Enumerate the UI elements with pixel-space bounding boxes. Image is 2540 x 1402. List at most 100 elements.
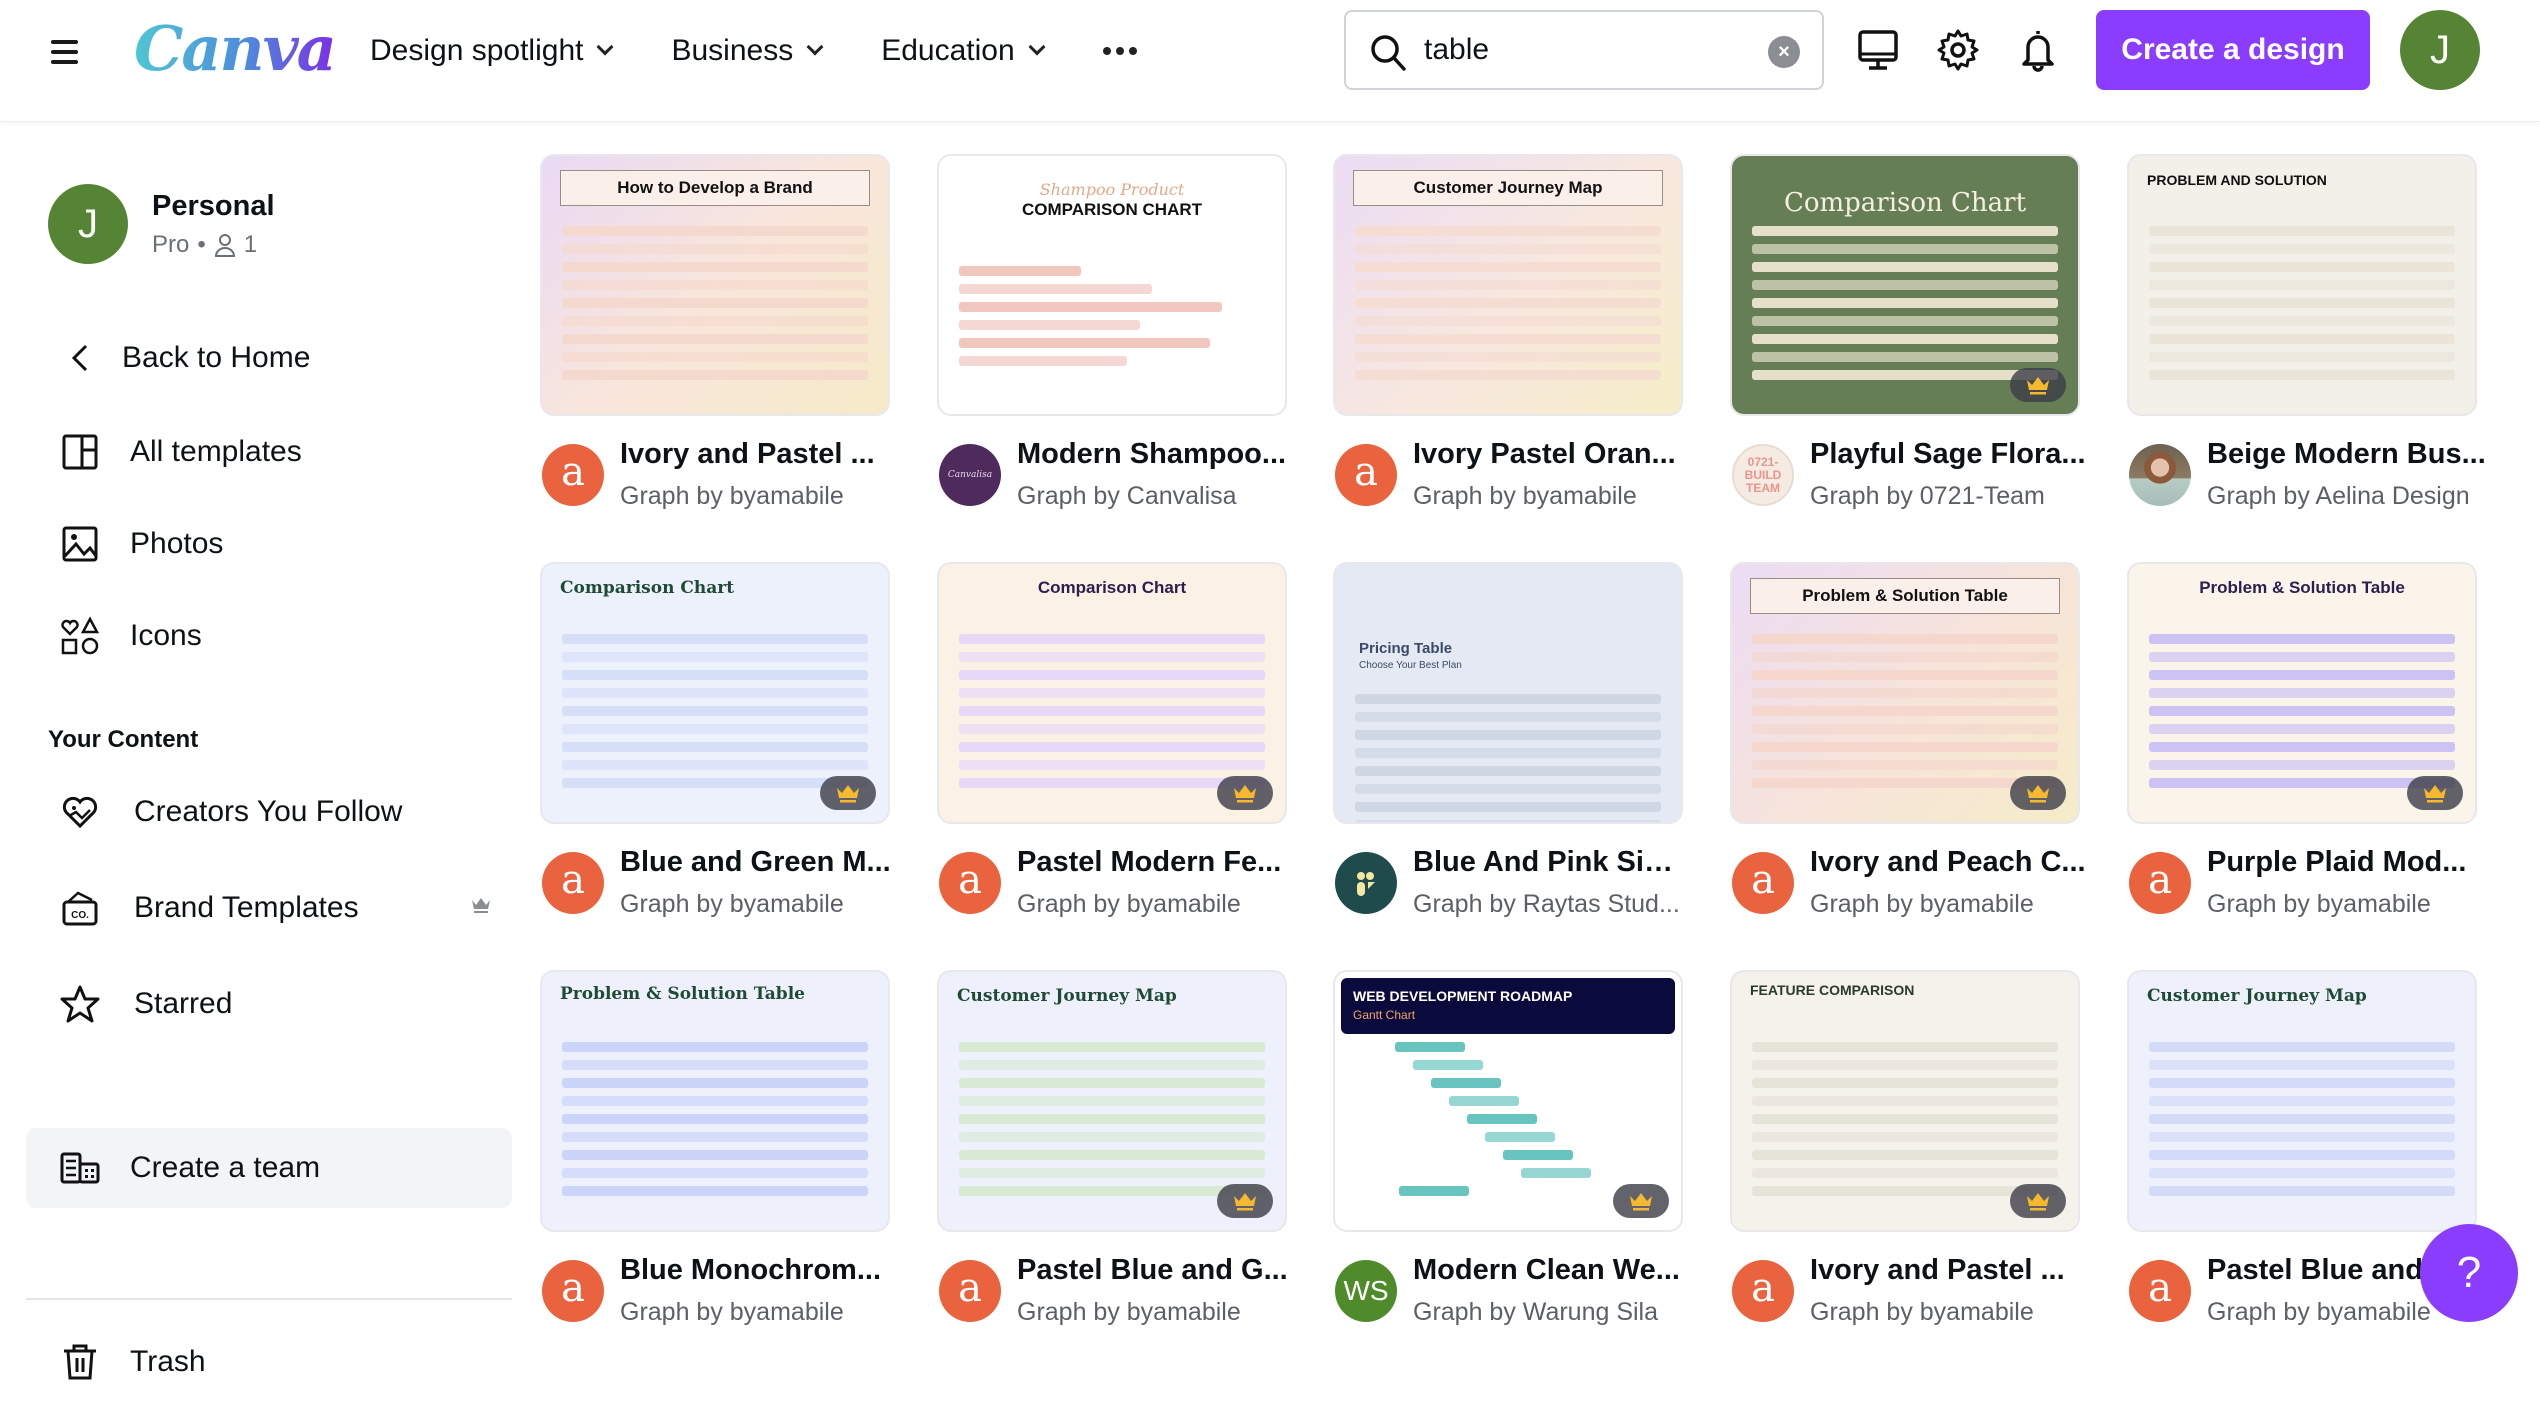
template-author[interactable]: Graph by byamabile: [1810, 890, 2100, 919]
template-title[interactable]: Pastel Blue and G...: [1017, 1254, 1297, 1287]
template-card[interactable]: Customer Journey Map a Pastel Blue and G..…: [937, 970, 1288, 1340]
template-author[interactable]: Graph by Raytas Stud...: [1413, 890, 1703, 919]
template-thumbnail[interactable]: Comparison Chart: [1730, 154, 2080, 416]
sidebar-item-trash[interactable]: Trash: [26, 1322, 512, 1402]
template-author[interactable]: Graph by byamabile: [1017, 890, 1307, 919]
template-card[interactable]: Problem & Solution Table a Blue Monochrom.…: [540, 970, 890, 1340]
nav-business[interactable]: Business: [671, 28, 824, 74]
template-author[interactable]: Graph by byamabile: [620, 1298, 910, 1327]
template-card[interactable]: Problem & Solution Table a Ivory and Peach…: [1730, 562, 2086, 932]
template-card[interactable]: Shampoo Product COMPARISON CHART Canvalisa…: [937, 154, 1287, 524]
more-horizontal-icon[interactable]: [1102, 28, 1137, 74]
user-avatar[interactable]: J: [2400, 10, 2480, 90]
template-card[interactable]: Customer Journey Map a Ivory Pastel Oran..…: [1333, 154, 1683, 524]
creator-avatar[interactable]: a: [2129, 1260, 2191, 1322]
sidebar-item-brand-templates[interactable]: CO. Brand Templates: [26, 868, 512, 948]
template-title[interactable]: Pastel Modern Fe...: [1017, 846, 1297, 879]
template-author[interactable]: Graph by byamabile: [620, 482, 910, 511]
template-thumbnail[interactable]: Shampoo Product COMPARISON CHART: [937, 154, 1287, 416]
template-card[interactable]: FEATURE COMPARISON a Ivory and Pastel ... G…: [1730, 970, 2080, 1340]
account-switcher[interactable]: J Personal Pro • 1: [48, 184, 275, 264]
template-title[interactable]: Blue Monochrom...: [620, 1254, 900, 1287]
clear-search-button[interactable]: ×: [1768, 36, 1800, 68]
template-title[interactable]: Beige Modern Bus...: [2207, 438, 2487, 471]
template-author[interactable]: Graph by byamabile: [1017, 1298, 1307, 1327]
template-title[interactable]: Purple Plaid Mod...: [2207, 846, 2487, 879]
creator-avatar[interactable]: WS: [1335, 1260, 1397, 1322]
nav-design-spotlight[interactable]: Design spotlight: [370, 28, 614, 74]
creator-avatar[interactable]: a: [542, 444, 604, 506]
sidebar-label: Creators You Follow: [134, 795, 403, 828]
creator-avatar[interactable]: a: [1732, 852, 1794, 914]
creator-avatar[interactable]: a: [2129, 852, 2191, 914]
template-card[interactable]: Comparison Chart 0721- BUILD TEAM Playful Sa…: [1730, 154, 2086, 524]
creator-avatar[interactable]: [2129, 444, 2191, 506]
template-card[interactable]: Problem & Solution Table a Purple Plaid Mo…: [2127, 562, 2477, 932]
create-design-button[interactable]: Create a design: [2096, 10, 2370, 90]
nav-education[interactable]: Education: [881, 28, 1046, 74]
search-input[interactable]: [1424, 26, 1744, 74]
template-card[interactable]: WEB DEVELOPMENT ROADMAP Gantt Chart WS Mode…: [1333, 970, 1683, 1340]
template-title[interactable]: Playful Sage Flora...: [1810, 438, 2090, 471]
thumbnail-row: [562, 316, 868, 326]
sidebar-item-back-home[interactable]: Back to Home: [26, 318, 512, 398]
creator-avatar[interactable]: [1335, 852, 1397, 914]
canva-logo[interactable]: Canva: [134, 12, 337, 85]
template-thumbnail[interactable]: Customer Journey Map: [2127, 970, 2477, 1232]
template-title[interactable]: Ivory and Pastel ...: [620, 438, 900, 471]
template-author[interactable]: Graph by byamabile: [1810, 1298, 2100, 1327]
template-author[interactable]: Graph by byamabile: [2207, 890, 2497, 919]
template-meta: a Ivory and Peach C... Graph by byamabile: [1730, 846, 2090, 926]
template-card[interactable]: How to Develop a Brand a Ivory and Pastel …: [540, 154, 890, 524]
desktop-app-icon[interactable]: [1854, 26, 1902, 74]
thumbnail-table: [562, 634, 868, 796]
template-card[interactable]: PROBLEM AND SOLUTION Beige Modern Bus... G…: [2127, 154, 2486, 524]
create-team-button[interactable]: Create a team: [26, 1128, 512, 1208]
template-thumbnail[interactable]: WEB DEVELOPMENT ROADMAP Gantt Chart: [1333, 970, 1683, 1232]
sidebar-item-starred[interactable]: Starred: [26, 964, 512, 1044]
template-author[interactable]: Graph by byamabile: [620, 890, 910, 919]
template-thumbnail[interactable]: PROBLEM AND SOLUTION: [2127, 154, 2477, 416]
template-title[interactable]: Modern Shampoo...: [1017, 438, 1297, 471]
template-author[interactable]: Graph by Warung Sila: [1413, 1298, 1703, 1327]
template-title[interactable]: Modern Clean We...: [1413, 1254, 1693, 1287]
template-thumbnail[interactable]: How to Develop a Brand: [540, 154, 890, 416]
template-title[interactable]: Ivory and Pastel ...: [1810, 1254, 2090, 1287]
template-thumbnail[interactable]: Comparison Chart: [937, 562, 1287, 824]
template-title[interactable]: Ivory Pastel Oran...: [1413, 438, 1693, 471]
settings-gear-icon[interactable]: [1934, 26, 1982, 74]
creator-avatar[interactable]: a: [542, 852, 604, 914]
template-card[interactable]: Comparison Chart a Blue and Green M... Grap…: [540, 562, 891, 932]
creator-avatar[interactable]: a: [1732, 1260, 1794, 1322]
template-author[interactable]: Graph by 0721-Team: [1810, 482, 2100, 511]
template-author[interactable]: Graph by Canvalisa: [1017, 482, 1307, 511]
template-thumbnail[interactable]: Customer Journey Map: [1333, 154, 1683, 416]
template-thumbnail[interactable]: FEATURE COMPARISON: [1730, 970, 2080, 1232]
sidebar-item-all-templates[interactable]: All templates: [26, 412, 512, 492]
template-author[interactable]: Graph by byamabile: [1413, 482, 1703, 511]
template-card[interactable]: Comparison Chart a Pastel Modern Fe... Grap…: [937, 562, 1287, 932]
creator-avatar[interactable]: a: [542, 1260, 604, 1322]
template-card[interactable]: Pricing Table Choose Your Best Plan Blue A…: [1333, 562, 1693, 932]
creator-avatar[interactable]: a: [939, 1260, 1001, 1322]
template-thumbnail[interactable]: Problem & Solution Table: [1730, 562, 2080, 824]
menu-icon[interactable]: [46, 34, 86, 68]
sidebar-item-icons[interactable]: Icons: [26, 596, 512, 676]
creator-avatar[interactable]: 0721- BUILD TEAM: [1732, 444, 1794, 506]
notification-bell-icon[interactable]: [2014, 26, 2062, 74]
template-title[interactable]: Ivory and Peach C...: [1810, 846, 2090, 879]
template-thumbnail[interactable]: Problem & Solution Table: [2127, 562, 2477, 824]
help-button[interactable]: ?: [2420, 1224, 2518, 1322]
template-thumbnail[interactable]: Problem & Solution Table: [540, 970, 890, 1232]
creator-avatar[interactable]: a: [1335, 444, 1397, 506]
template-author[interactable]: Graph by Aelina Design: [2207, 482, 2497, 511]
template-title[interactable]: Blue And Pink Sim...: [1413, 846, 1693, 879]
template-thumbnail[interactable]: Pricing Table Choose Your Best Plan: [1333, 562, 1683, 824]
sidebar-item-creators-you-follow[interactable]: Creators You Follow: [26, 772, 512, 852]
sidebar-item-photos[interactable]: Photos: [26, 504, 512, 584]
template-thumbnail[interactable]: Customer Journey Map: [937, 970, 1287, 1232]
template-title[interactable]: Blue and Green M...: [620, 846, 900, 879]
template-thumbnail[interactable]: Comparison Chart: [540, 562, 890, 824]
creator-avatar[interactable]: Canvalisa: [939, 444, 1001, 506]
creator-avatar[interactable]: a: [939, 852, 1001, 914]
